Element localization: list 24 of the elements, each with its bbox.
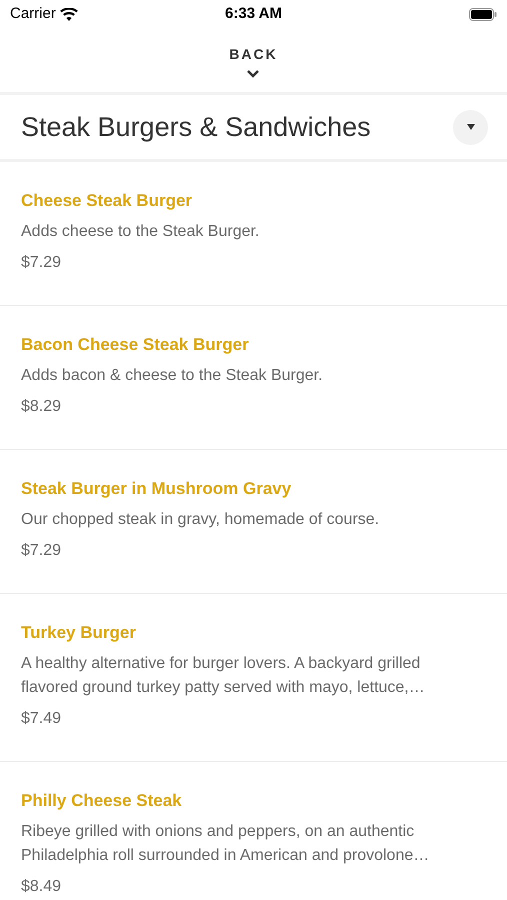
dropdown-button[interactable]	[453, 110, 488, 144]
item-description: Ribeye grilled with onions and peppers, on an authentic Philadelphia roll surrounded in American and provolone…	[21, 822, 430, 866]
item-name[interactable]: Steak Burger in Mushroom Gravy	[21, 478, 489, 500]
item-price: $8.29	[21, 397, 62, 417]
wifi-icon	[60, 8, 78, 20]
item-name[interactable]: Cheese Steak Burger	[21, 190, 489, 212]
item-name[interactable]: Philly Cheese Steak	[21, 790, 489, 812]
item-price: $7.29	[21, 541, 62, 561]
category-title: Steak Burgers & Sandwiches	[21, 110, 371, 144]
item-description: Adds bacon & cheese to the Steak Burger.	[21, 366, 324, 386]
item-price: $7.49	[21, 709, 62, 729]
chevron-down-icon	[246, 69, 260, 78]
carrier-label: Carrier	[10, 4, 56, 24]
item-price: $7.29	[21, 253, 62, 273]
item-description: Adds cheese to the Steak Burger.	[21, 222, 260, 242]
clock-time: 6:33 AM	[225, 4, 282, 24]
back-button[interactable]: BACK	[229, 44, 278, 78]
item-description: Our chopped steak in gravy, homemade of course.	[21, 510, 380, 530]
item-name[interactable]: Bacon Cheese Steak Burger	[21, 334, 489, 356]
item-name[interactable]: Turkey Burger	[21, 622, 489, 644]
battery-icon	[469, 8, 497, 20]
item-description: A healthy alternative for burger lovers. A backyard grilled flavored ground turkey patty served with mayo, lettuce,…	[21, 654, 426, 698]
caret-down-icon	[466, 124, 474, 130]
item-price: $8.49	[21, 877, 62, 897]
